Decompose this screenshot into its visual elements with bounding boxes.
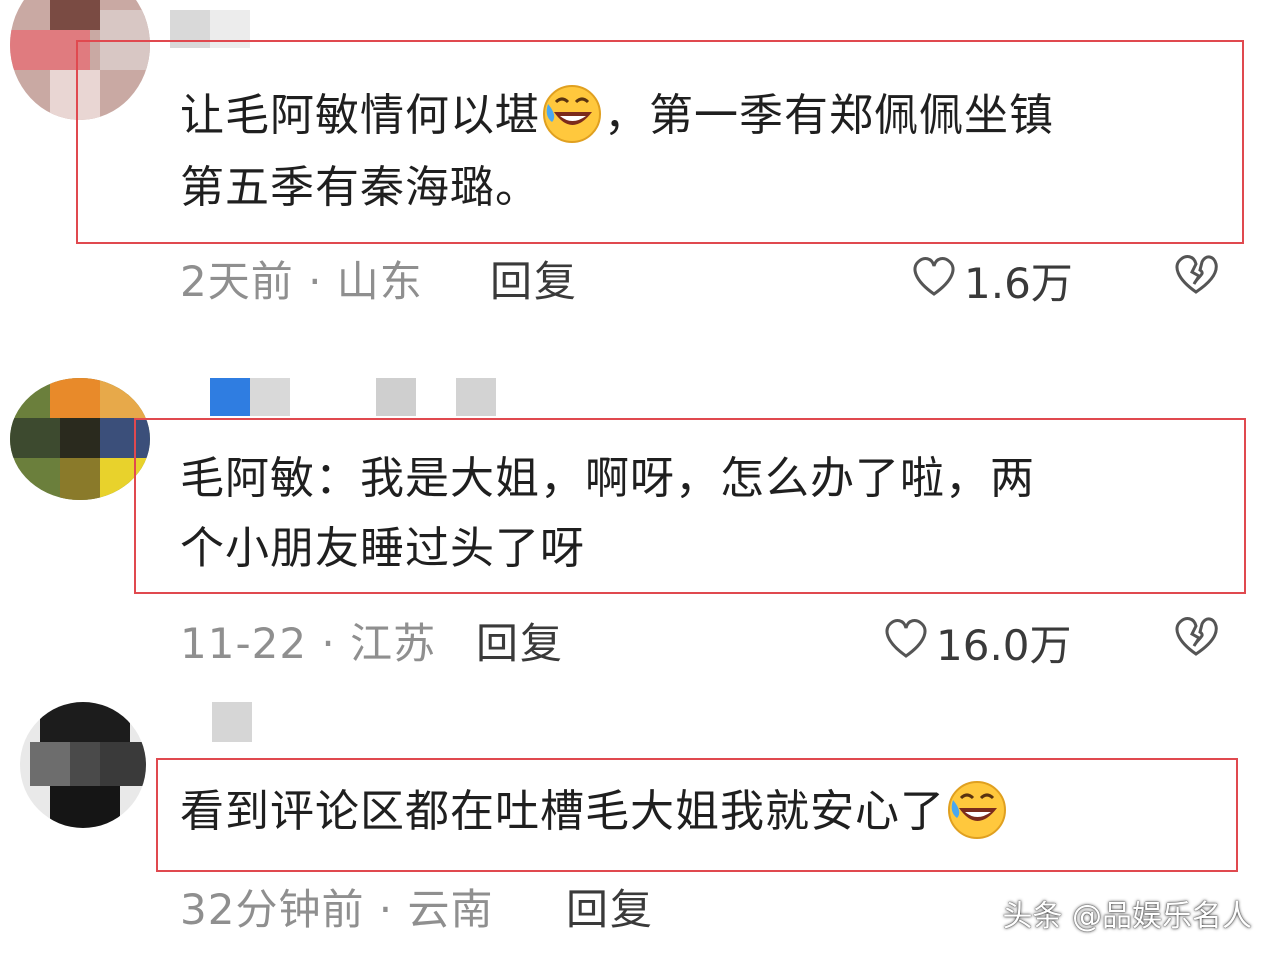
like-button[interactable]: 1.6万	[910, 250, 1073, 311]
broken-heart-icon	[1172, 617, 1220, 662]
comment-time-location: 32分钟前 · 云南	[180, 885, 494, 934]
heart-icon	[910, 254, 958, 308]
comment-text-line-2: 第五季有秦海璐。	[180, 162, 540, 213]
watermark: 头条 @品娱乐名人	[1002, 899, 1252, 934]
comment-text: 毛阿敏：我是大姐，啊呀，怎么办了啦，两	[180, 453, 1035, 504]
comment-text-line-2: 个小朋友睡过头了呀	[180, 523, 585, 574]
comment-time-location: 2天前 · 山东	[180, 257, 423, 306]
heart-icon	[882, 616, 930, 670]
comment-text: 看到评论区都在吐槽毛大姐我就安心了	[180, 776, 1009, 848]
avatar[interactable]	[20, 702, 146, 828]
comment-text: 让毛阿敏情何以堪 ，第一季有郑佩佩坐镇	[180, 80, 1054, 152]
avatar[interactable]	[10, 378, 150, 500]
like-count: 1.6万	[964, 259, 1073, 308]
comment-time-location: 11-22 · 江苏	[180, 619, 437, 668]
reply-button[interactable]: 回复	[476, 610, 564, 671]
laughing-crying-emoji-icon	[540, 82, 604, 146]
broken-heart-icon	[1172, 255, 1220, 300]
dislike-button[interactable]	[1172, 252, 1220, 300]
like-count: 16.0万	[936, 621, 1072, 670]
like-button[interactable]: 16.0万	[882, 612, 1072, 673]
reply-button[interactable]: 回复	[490, 248, 578, 309]
reply-button[interactable]: 回复	[566, 876, 654, 937]
dislike-button[interactable]	[1172, 614, 1220, 662]
laughing-crying-emoji-icon	[945, 778, 1009, 842]
